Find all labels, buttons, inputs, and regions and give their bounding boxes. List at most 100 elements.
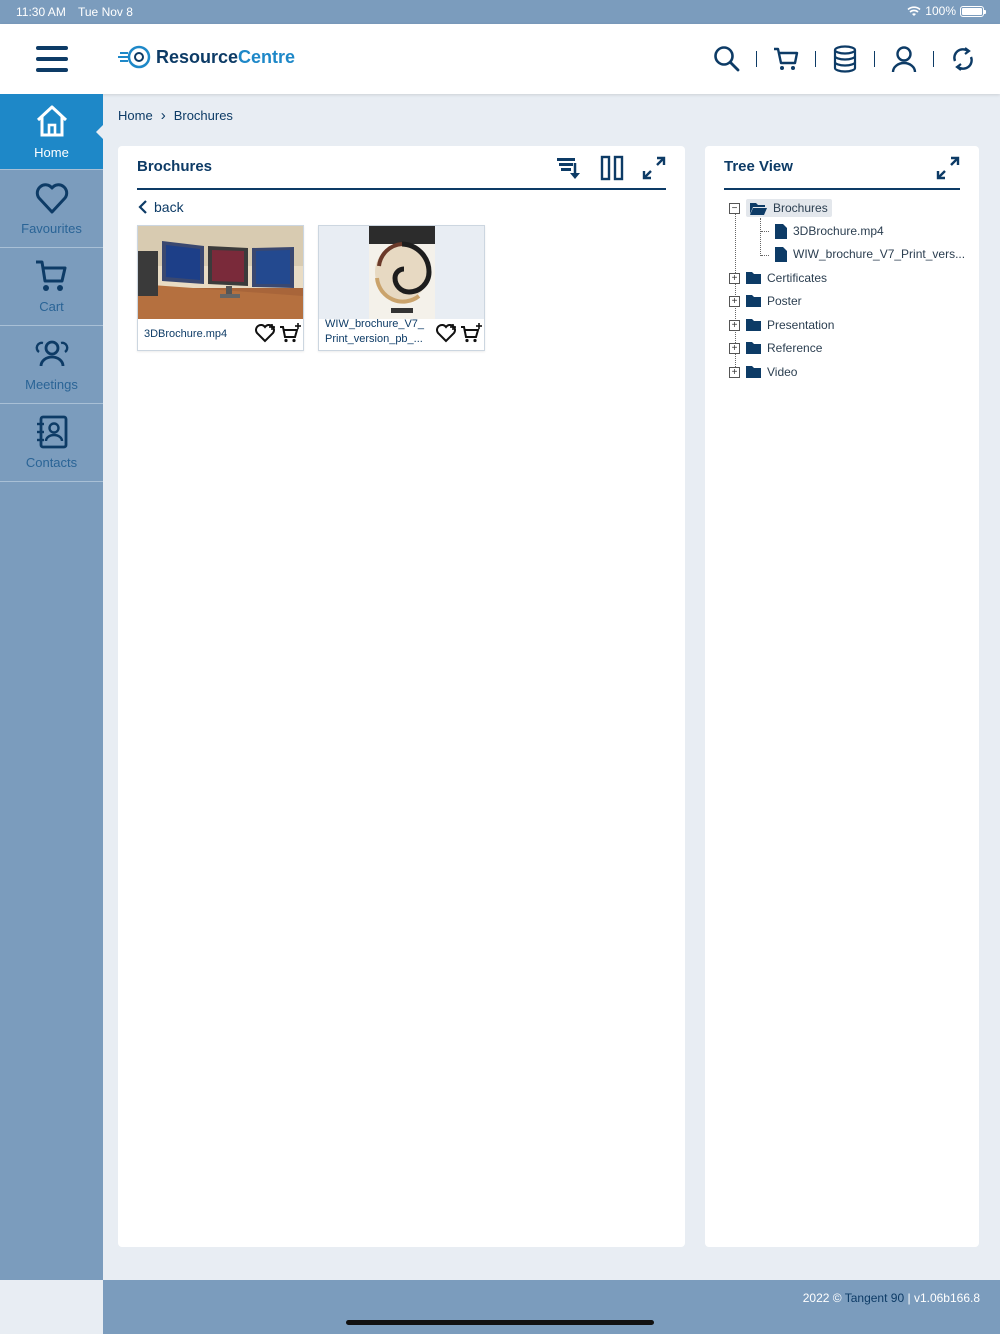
search-icon[interactable]	[710, 42, 744, 76]
expand-toggle[interactable]: +	[729, 295, 740, 307]
tree-node-selected: Brochures	[746, 199, 832, 217]
folder-open-icon	[750, 202, 767, 215]
add-to-cart-icon[interactable]	[460, 322, 482, 344]
app-header: ResourceCentre	[0, 24, 1000, 94]
footer: 2022 © Tangent 90 | v1.06b166.8	[103, 1280, 1000, 1334]
sidebar-item-label: Home	[34, 145, 69, 160]
file-icon	[775, 246, 787, 262]
tree-node-video[interactable]: + Video	[729, 361, 797, 383]
sync-icon[interactable]	[946, 42, 980, 76]
header-divider	[815, 51, 816, 67]
logo-icon	[118, 45, 151, 69]
add-favourite-icon[interactable]	[436, 322, 458, 344]
tree-node-label: Video	[767, 365, 798, 379]
heart-icon	[35, 183, 68, 214]
tree-node-reference[interactable]: + Reference	[729, 337, 822, 359]
logo-text-centre: Centre	[238, 46, 296, 67]
user-icon[interactable]	[887, 42, 921, 76]
file-name: WIW_brochure_V7_ Print_version_pb_...	[325, 318, 425, 345]
expand-icon[interactable]	[640, 154, 668, 182]
tree-node-certificates[interactable]: + Certificates	[729, 267, 827, 289]
breadcrumb-separator: ›	[160, 107, 166, 124]
expand-toggle[interactable]: +	[729, 272, 740, 284]
tree-node-label: Certificates	[767, 271, 828, 285]
header-divider	[756, 51, 757, 67]
home-icon	[36, 105, 67, 137]
breadcrumb-current: Brochures	[173, 108, 233, 123]
wifi-icon	[907, 5, 921, 16]
status-time: 11:30 AM	[16, 5, 66, 19]
sidebar: Home Favourites Cart Meetings Contacts	[0, 94, 104, 1280]
sidebar-item-label: Meetings	[25, 377, 78, 392]
contacts-icon	[36, 415, 67, 449]
status-date: Tue Nov 8	[78, 5, 133, 19]
header-divider	[933, 51, 934, 67]
cart-icon	[35, 260, 66, 291]
footer-text: 2022 © Tangent 90 | v1.06b166.8	[803, 1291, 980, 1305]
footer-version: v1.06b166.8	[913, 1291, 980, 1305]
sidebar-item-cart[interactable]: Cart	[0, 248, 103, 326]
back-label: back	[154, 199, 184, 215]
header-divider	[874, 51, 875, 67]
logo-text-resource: Resource	[156, 46, 239, 67]
columns-icon[interactable]	[598, 154, 626, 182]
sidebar-item-favourites[interactable]: Favourites	[0, 170, 103, 248]
file-name: 3DBrochure.mp4	[144, 328, 228, 340]
tree-node-presentation[interactable]: + Presentation	[729, 314, 834, 336]
breadcrumb: Home › Brochures	[118, 107, 233, 124]
sidebar-item-meetings[interactable]: Meetings	[0, 326, 103, 404]
home-indicator	[346, 1320, 654, 1325]
file-card[interactable]: WIW_brochure_V7_ Print_version_pb_...	[318, 225, 485, 351]
collapse-toggle[interactable]: −	[729, 202, 740, 214]
meetings-icon	[35, 340, 68, 367]
footer-year: 2022 ©	[802, 1291, 842, 1305]
sidebar-item-contacts[interactable]: Contacts	[0, 404, 103, 482]
tree-node-label: WIW_brochure_V7_Print_vers...	[793, 247, 966, 261]
content-panel: Brochures back 3DBrochure.mp4 WIW_brochu…	[118, 146, 685, 1247]
database-icon[interactable]	[828, 42, 862, 76]
tree-view-panel: Tree View − Brochures 3DBrochure.mp4 WIW…	[705, 146, 979, 1247]
sidebar-item-label: Contacts	[25, 455, 78, 470]
add-favourite-icon[interactable]	[255, 322, 277, 344]
folder-icon	[746, 342, 761, 354]
file-actions	[436, 322, 482, 344]
status-right: 100%	[907, 4, 986, 18]
tree-node-file[interactable]: WIW_brochure_V7_Print_vers...	[775, 243, 965, 265]
footer-separator: |	[907, 1291, 911, 1305]
status-bar: 11:30 AM Tue Nov 8 100%	[0, 0, 1000, 24]
tree-node-label: Brochures	[773, 201, 828, 215]
tree-node-label: 3DBrochure.mp4	[793, 224, 884, 238]
chevron-left-icon	[138, 200, 147, 214]
tree-node-file[interactable]: 3DBrochure.mp4	[775, 220, 884, 242]
expand-toggle[interactable]: +	[729, 366, 740, 378]
tree-node-label: Reference	[767, 341, 823, 355]
tree-node-poster[interactable]: + Poster	[729, 290, 802, 312]
folder-icon	[746, 272, 761, 284]
expand-toggle[interactable]: +	[729, 342, 740, 354]
battery-icon	[960, 5, 986, 17]
tree-node-brochures[interactable]: − Brochures	[729, 197, 832, 219]
cart-icon[interactable]	[769, 42, 803, 76]
title-divider	[724, 188, 960, 190]
back-button[interactable]: back	[138, 199, 184, 215]
folder-icon	[746, 366, 761, 378]
breadcrumb-home[interactable]: Home	[118, 108, 153, 123]
menu-button[interactable]	[36, 46, 68, 72]
file-actions	[255, 322, 301, 344]
folder-icon	[746, 319, 761, 331]
expand-icon[interactable]	[934, 154, 962, 182]
sidebar-item-home[interactable]: Home	[0, 94, 104, 170]
tree-node-label: Poster	[767, 294, 802, 308]
tree-node-label: Presentation	[767, 318, 835, 332]
footer-brand-link[interactable]: Tangent 90	[845, 1291, 904, 1305]
file-card[interactable]: 3DBrochure.mp4	[137, 225, 304, 351]
file-icon	[775, 223, 787, 239]
header-toolbar	[710, 42, 980, 76]
sidebar-item-label: Favourites	[21, 221, 82, 236]
panel-title: Brochures	[137, 158, 213, 175]
expand-toggle[interactable]: +	[729, 319, 740, 331]
title-divider	[137, 188, 666, 190]
add-to-cart-icon[interactable]	[279, 322, 301, 344]
folder-icon	[746, 295, 761, 307]
sort-icon[interactable]	[554, 154, 582, 182]
